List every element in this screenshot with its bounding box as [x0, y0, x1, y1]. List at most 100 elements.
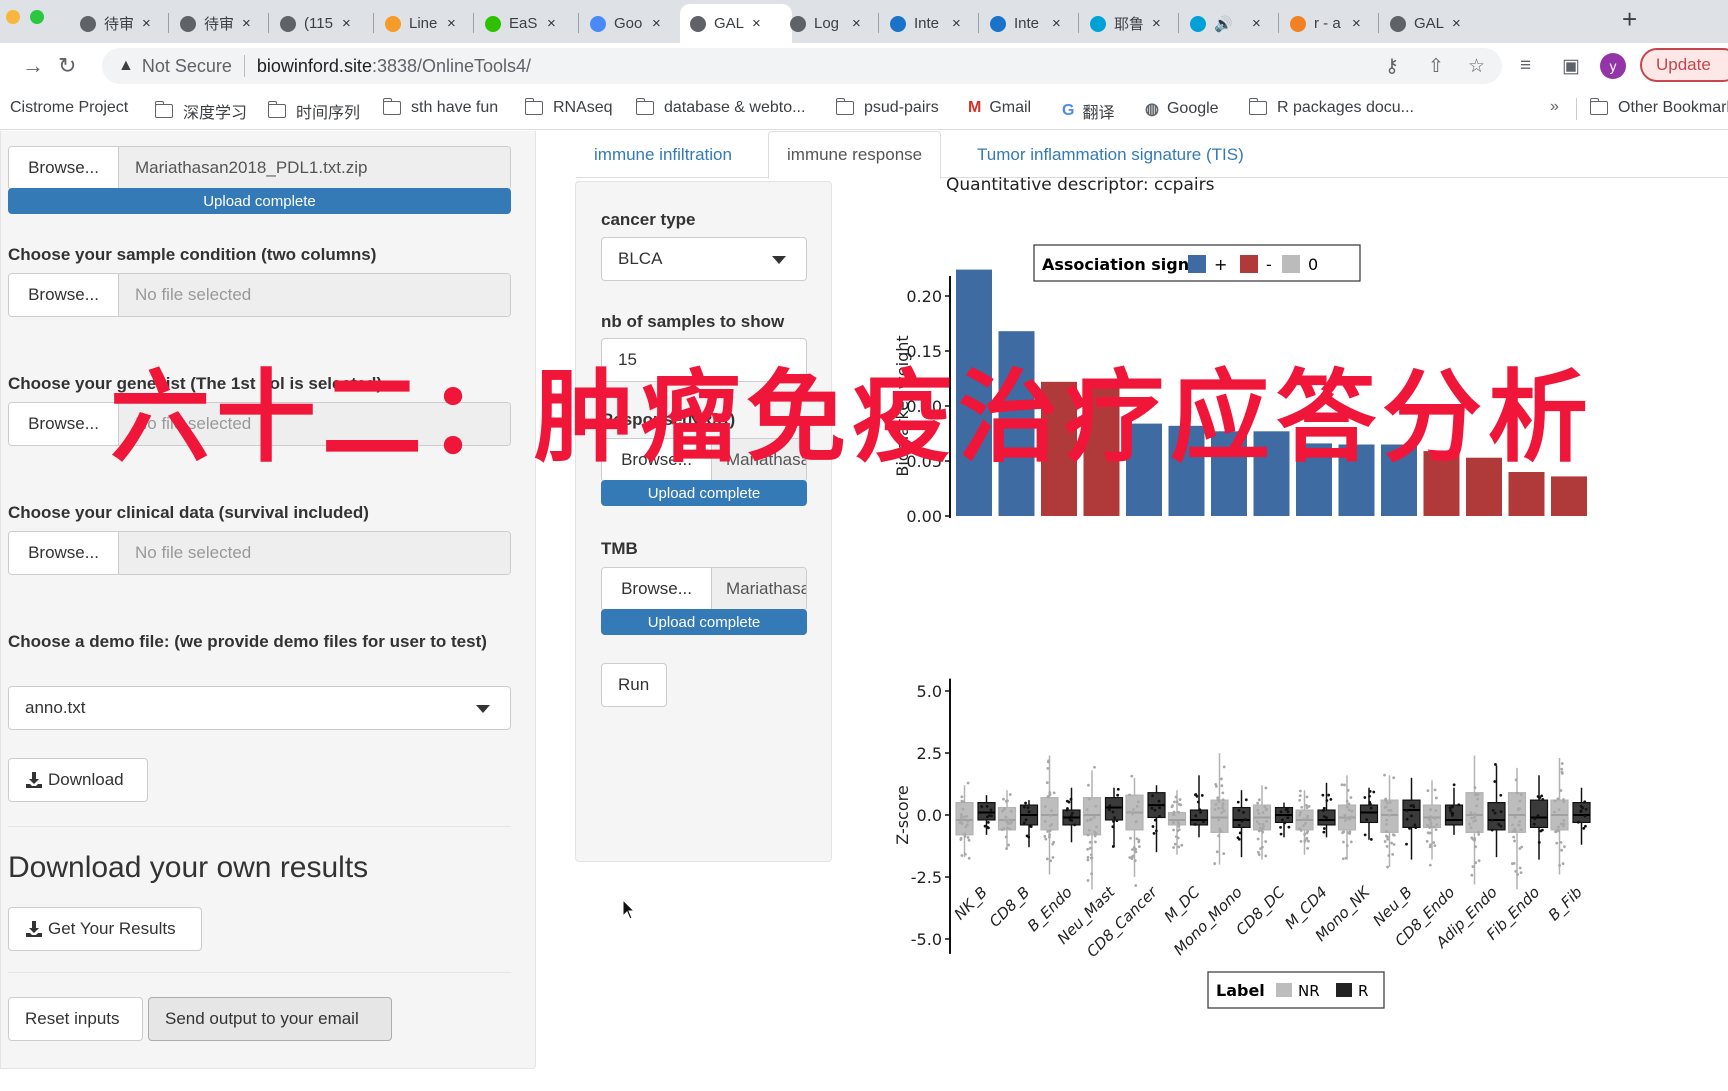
- jitter-point: [1086, 833, 1090, 837]
- bookmark-item[interactable]: Cistrome Project: [10, 99, 128, 117]
- bar-Fib_Endo: [1508, 472, 1545, 516]
- browser-tab[interactable]: 耶鲁 ×: [1080, 4, 1178, 43]
- browse-button[interactable]: Browse...: [9, 532, 119, 574]
- reset-inputs-button[interactable]: Reset inputs: [8, 997, 143, 1041]
- browser-tab[interactable]: Goo ×: [580, 4, 678, 43]
- window-minimize-button[interactable]: [6, 10, 20, 24]
- jitter-point: [1255, 820, 1259, 824]
- bookmarks-overflow-button[interactable]: »: [1550, 98, 1559, 116]
- close-tab-icon[interactable]: ×: [852, 15, 861, 32]
- tab-tis[interactable]: Tumor inflammation signature (TIS): [959, 131, 1262, 178]
- share-icon[interactable]: ⇧: [1428, 55, 1444, 78]
- get-results-button[interactable]: Get Your Results: [8, 907, 202, 951]
- tab-immune-infiltration[interactable]: immune infiltration: [576, 131, 750, 178]
- close-tab-icon[interactable]: ×: [1352, 15, 1361, 32]
- box-NR-Neu_Mast: [1082, 765, 1102, 890]
- window-maximize-button[interactable]: [30, 10, 44, 24]
- close-tab-icon[interactable]: ×: [242, 15, 251, 32]
- browser-tab[interactable]: (115 ×: [270, 4, 368, 43]
- box-NR-B_Fib: [1550, 757, 1569, 875]
- jitter-point: [1490, 818, 1494, 822]
- close-tab-icon[interactable]: ×: [952, 15, 961, 32]
- reading-list-icon[interactable]: ≡: [1520, 55, 1531, 77]
- close-tab-icon[interactable]: ×: [547, 15, 556, 32]
- own-results-heading: Download your own results: [8, 851, 369, 884]
- browser-tab[interactable]: 待审 ×: [170, 4, 268, 43]
- clinical-data-file-input[interactable]: Browse... No file selected: [8, 531, 511, 575]
- google-translate-icon: G: [1062, 102, 1075, 119]
- bookmark-item[interactable]: sth have fun: [383, 98, 498, 117]
- tab-immune-response[interactable]: immune response: [768, 131, 942, 179]
- address-bar[interactable]: ▲ Not Secure biowinford.site :3838/Onlin…: [102, 48, 1502, 84]
- bookmark-item[interactable]: database & webto...: [636, 98, 805, 117]
- jitter-point: [1087, 828, 1091, 832]
- bookmark-item[interactable]: psud-pairs: [836, 98, 939, 117]
- sample-condition-file-input[interactable]: Browse... No file selected: [8, 273, 511, 317]
- run-button[interactable]: Run: [601, 663, 667, 707]
- reload-icon[interactable]: ↻: [58, 53, 76, 79]
- bookmark-item[interactable]: R packages docu...: [1249, 98, 1414, 117]
- demo-file-select[interactable]: anno.txt: [8, 686, 511, 730]
- jitter-point: [1000, 809, 1004, 813]
- browser-tab[interactable]: 🔊 ×: [1180, 4, 1278, 43]
- jitter-point: [1346, 788, 1350, 792]
- bookmark-item[interactable]: M Gmail: [968, 99, 1031, 117]
- jitter-point: [1305, 795, 1309, 799]
- browse-button[interactable]: Browse...: [9, 274, 119, 316]
- side-panel-icon[interactable]: ▣: [1562, 55, 1580, 78]
- close-tab-icon[interactable]: ×: [142, 15, 151, 32]
- tmb-file-input[interactable]: Browse... Mariathasan: [601, 567, 807, 611]
- bookmark-item[interactable]: ◍ Google: [1145, 99, 1219, 119]
- close-tab-icon[interactable]: ×: [342, 15, 351, 32]
- jitter-point: [1532, 822, 1536, 826]
- bookmark-item[interactable]: G 翻译: [1062, 99, 1114, 123]
- browser-tab[interactable]: Inte ×: [880, 4, 978, 43]
- browser-tab[interactable]: Log ×: [780, 4, 878, 43]
- browser-tab[interactable]: GAL ×: [680, 4, 792, 43]
- close-tab-icon[interactable]: ×: [1152, 15, 1161, 32]
- forward-icon[interactable]: →: [22, 53, 44, 79]
- send-email-button[interactable]: Send output to your email: [148, 997, 392, 1041]
- box-NR-Adip_Endo: [1465, 755, 1484, 885]
- profile-avatar[interactable]: y: [1600, 53, 1626, 79]
- close-tab-icon[interactable]: ×: [652, 15, 661, 32]
- jitter-point: [1491, 809, 1495, 812]
- bookmark-item[interactable]: RNAseq: [525, 98, 613, 117]
- other-bookmarks[interactable]: Other Bookmarks: [1590, 98, 1728, 117]
- sample-condition-label: Choose your sample condition (two column…: [8, 245, 377, 264]
- key-icon[interactable]: ⚷: [1385, 55, 1399, 78]
- download-demo-button[interactable]: Download: [8, 758, 148, 802]
- jitter-point: [1024, 818, 1028, 822]
- box-NR-Mono_Mono: [1210, 753, 1229, 865]
- browse-button[interactable]: Browse...: [9, 403, 119, 445]
- browser-tab[interactable]: Line ×: [375, 4, 473, 43]
- browse-button[interactable]: Browse...: [602, 568, 712, 610]
- jitter-point: [1214, 803, 1218, 806]
- jitter-point: [1090, 872, 1093, 876]
- close-tab-icon[interactable]: ×: [1252, 15, 1261, 32]
- browse-button[interactable]: Browse...: [9, 147, 119, 189]
- browser-tab[interactable]: EaS ×: [475, 4, 573, 43]
- jitter-point: [1151, 794, 1155, 798]
- new-tab-button[interactable]: +: [1622, 4, 1637, 35]
- close-tab-icon[interactable]: ×: [447, 15, 456, 32]
- close-tab-icon[interactable]: ×: [1052, 15, 1061, 32]
- close-tab-icon[interactable]: ×: [1452, 15, 1461, 32]
- close-tab-icon[interactable]: ×: [752, 15, 761, 32]
- browser-tab[interactable]: r - a ×: [1280, 4, 1378, 43]
- bookmark-item[interactable]: 深度学习: [155, 99, 247, 123]
- jitter-point: [1410, 814, 1413, 818]
- browser-tab[interactable]: 待审 ×: [70, 4, 168, 43]
- jitter-point: [1342, 830, 1346, 834]
- bookmark-item[interactable]: 时间序列: [268, 99, 360, 123]
- update-button[interactable]: Update: [1640, 48, 1728, 82]
- expression-file-input[interactable]: Browse... Mariathasan2018_PDL1.txt.zip: [8, 146, 511, 190]
- star-icon[interactable]: ☆: [1468, 55, 1485, 78]
- browser-tab[interactable]: GAL ×: [1380, 4, 1478, 43]
- jitter-point: [1584, 824, 1587, 828]
- cancer-type-select[interactable]: BLCA: [601, 237, 807, 281]
- jitter-point: [1006, 799, 1009, 803]
- tab-title: Line: [409, 15, 438, 32]
- jitter-point: [1562, 798, 1565, 801]
- browser-tab[interactable]: Inte ×: [980, 4, 1078, 43]
